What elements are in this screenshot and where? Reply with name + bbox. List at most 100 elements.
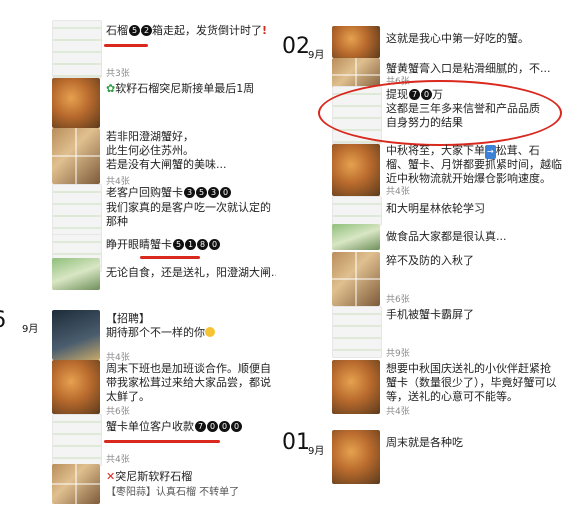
post-text: 老客户回购蟹卡 3 5 3 0 (106, 186, 276, 200)
post-line: 无论自食，还是送礼，阳澄湖大闸... (106, 266, 276, 279)
post-text: 做食品大家都是很认真... (386, 230, 507, 243)
text: 突尼斯软籽石榴 (115, 470, 193, 483)
number-badge: 0 (219, 421, 230, 432)
post-text: 手机被蟹卡霸屏了 (386, 308, 474, 321)
red-underline-annotation (104, 44, 148, 47)
post-text: 石榴 5 2 箱走起，发货倒计时了! (106, 24, 276, 38)
number-badge: 2 (141, 25, 152, 36)
post-image[interactable] (52, 78, 100, 128)
post-image[interactable] (332, 26, 380, 58)
post-line: 此生何必住苏州。 (106, 144, 194, 157)
number-badge: 5 (173, 239, 184, 250)
post-line: 带我家松茸过来给大家品尝，都说 (106, 376, 271, 389)
post-tunisia-pomegranate[interactable]: ✕突尼斯软籽石榴 【枣阳蒜】认真石榴 不转单了 (0, 464, 282, 504)
post-image[interactable] (332, 196, 382, 226)
post-image[interactable] (332, 252, 380, 306)
text: 睁开眼睛蟹卡 (106, 238, 172, 251)
post-line: 等，送礼的心意可不能等。 (386, 390, 518, 403)
number-badge: 1 (185, 239, 196, 250)
post-line: 近中秋物流就开始爆仓影响速度。 (386, 172, 551, 185)
number-badge: 3 (208, 187, 219, 198)
post-text: 蟹黄蟹膏入口是粘滑细腻的，不... (386, 62, 551, 75)
post-line: 我们家真的是客户吃一次就认定的 (106, 201, 271, 214)
text: 软籽石榴突尼斯接单最后1周 (115, 82, 255, 95)
number-badge: 0 (220, 187, 231, 198)
post-food-serious[interactable]: 做食品大家都是很认真... (282, 224, 565, 250)
post-pomegranate-shipping[interactable]: 石榴 5 2 箱走起，发货倒计时了! (0, 20, 282, 78)
text: 蟹卡单位客户收款 (106, 420, 194, 433)
post-weekend-meeting[interactable]: 周末下班也是加班谈合作。顺便自 带我家松茸过来给大家品尝，都说 太鲜了。 共6张 (0, 360, 282, 417)
post-text: 猝不及防的入秋了 (386, 254, 474, 267)
post-line: 太鲜了。 (106, 390, 150, 403)
post-weekend-food[interactable]: 周末就是各种吃 (282, 430, 565, 484)
right-moments-column: 02 9月 这就是我心中第一好吃的蟹。 蟹黄蟹膏入口是粘滑细腻的，不... 共6… (282, 0, 565, 507)
post-image[interactable] (52, 258, 100, 290)
post-text: 这就是我心中第一好吃的蟹。 (386, 32, 529, 45)
number-badge: 7 (195, 421, 206, 432)
post-image[interactable] (332, 360, 380, 414)
post-repeat-customers[interactable]: 老客户回购蟹卡 3 5 3 0 我们家真的是客户吃一次就认定的 那种 (0, 184, 282, 236)
post-image[interactable] (52, 464, 100, 504)
post-image[interactable] (52, 184, 102, 236)
left-moments-column: 石榴 5 2 箱走起，发货倒计时了! 共3张 ✿软籽石榴突尼斯接单最后1周 若非阳澄湖… (0, 0, 282, 507)
post-line: 【招聘】 (106, 312, 150, 325)
post-text: 和大明星林依轮学习 (386, 202, 485, 215)
red-circle-annotation (318, 80, 562, 146)
number-badge: 5 (129, 25, 140, 36)
text: 中秋将至，大家下单 (386, 144, 485, 157)
text: 老客户回购蟹卡 (106, 186, 183, 199)
number-badge: 0 (209, 239, 220, 250)
post-image[interactable] (332, 306, 382, 358)
post-gift-crab[interactable]: 无论自食，还是送礼，阳澄湖大闸... (0, 258, 282, 290)
post-mid-autumn-orders[interactable]: 中秋将至，大家下单 → 松茸、石 榴、蟹卡、月饼都要抓紧时间，越临 近中秋物流就开始… (282, 144, 565, 197)
post-line: 蟹卡（数量很少了），毕竟好蟹可以 (386, 376, 557, 389)
post-text: ✿软籽石榴突尼斯接单最后1周 (106, 82, 276, 96)
post-autumn[interactable]: 猝不及防的入秋了 共6张 (282, 252, 565, 306)
post-image[interactable] (52, 20, 102, 78)
post-text: 蟹卡单位客户收款 7 0 0 0 (106, 420, 280, 434)
image-count: 共9张 (386, 349, 410, 359)
post-line: 期待那个不一样的你 (106, 326, 276, 340)
post-image[interactable] (52, 310, 100, 360)
post-line: 榴、蟹卡、月饼都要抓紧时间，越临 (386, 158, 562, 171)
number-badge: 5 (196, 187, 207, 198)
post-holiday-gift[interactable]: 想要中秋国庆送礼的小伙伴赶紧抢 蟹卡（数量很少了），毕竟好蟹可以 等，送礼的心意… (282, 360, 565, 417)
text: 期待那个不一样的你 (106, 326, 205, 339)
flower-icon: ✿ (106, 82, 116, 95)
red-underline-annotation (104, 440, 220, 443)
post-text: ✕突尼斯软籽石榴 (106, 470, 280, 484)
post-line: 那种 (106, 215, 128, 228)
post-celebrity-learning[interactable]: 和大明星林依轮学习 (282, 196, 565, 226)
post-image[interactable] (332, 224, 380, 250)
post-line: 中秋将至，大家下单 → 松茸、石 (386, 144, 562, 159)
post-favorite-crab[interactable]: 这就是我心中第一好吃的蟹。 (282, 26, 565, 58)
smile-emoji-icon (205, 327, 215, 337)
post-line: 若非阳澄湖蟹好， (106, 130, 194, 143)
post-image[interactable] (332, 430, 380, 484)
post-yangcheng-crab[interactable]: 若非阳澄湖蟹好， 此生何必住苏州。 若是没有大闸蟹的美味... 共4张 (0, 128, 282, 187)
post-line: 若是没有大闸蟹的美味... (106, 158, 227, 171)
text-part: 箱走起，发货倒计时了 (152, 24, 262, 37)
post-corporate-payment[interactable]: 蟹卡单位客户收款 7 0 0 0 共4张 (0, 414, 282, 466)
image-count: 共4张 (386, 407, 410, 417)
cross-icon: ✕ (106, 470, 116, 483)
post-line: 【枣阳蒜】认真石榴 不转单了 (106, 487, 240, 498)
post-recruiting[interactable]: 【招聘】 期待那个不一样的你 共4张 (0, 310, 282, 363)
post-pomegranate-last-week[interactable]: ✿软籽石榴突尼斯接单最后1周 (0, 78, 282, 128)
text-part: 石榴 (106, 24, 128, 37)
post-image[interactable] (332, 144, 380, 196)
post-text: 周末就是各种吃 (386, 436, 463, 449)
exclamation-emoji-icon: ! (262, 24, 268, 37)
number-badge: 0 (207, 421, 218, 432)
post-image[interactable] (52, 360, 100, 414)
arrow-right-icon: → (485, 145, 496, 159)
post-line: 想要中秋国庆送礼的小伙伴赶紧抢 (386, 362, 551, 375)
post-text: 睁开眼睛蟹卡 5 1 8 0 (106, 238, 276, 252)
post-image[interactable] (52, 414, 102, 466)
post-phone-crab-card[interactable]: 手机被蟹卡霸屏了 共9张 (282, 306, 565, 359)
number-badge: 0 (231, 421, 242, 432)
post-line: 周末下班也是加班谈合作。顺便自 (106, 362, 271, 375)
number-badge: 8 (197, 239, 208, 250)
image-count: 共6张 (386, 295, 410, 305)
post-image[interactable] (52, 128, 100, 184)
